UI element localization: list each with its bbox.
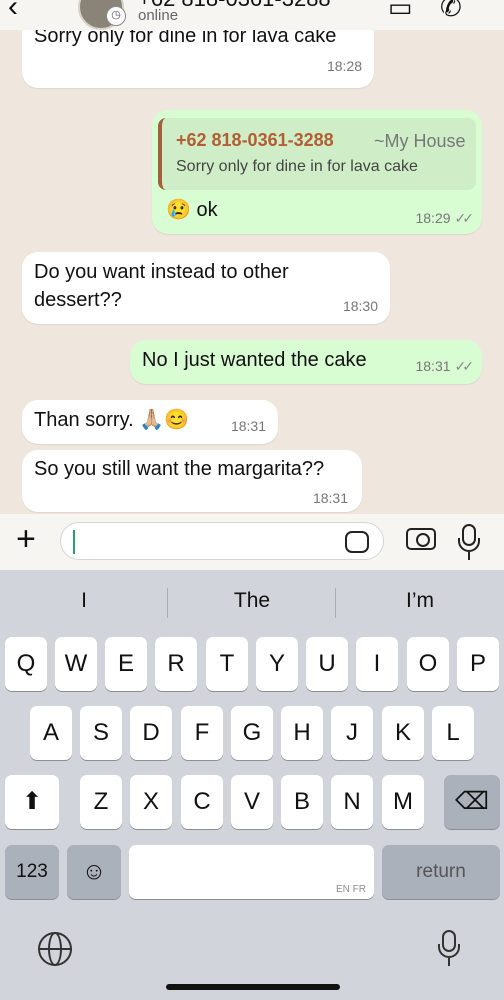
message-incoming[interactable]: Sorry only for dine in for lava cake 18:…	[22, 30, 374, 88]
key-r[interactable]: R	[155, 637, 197, 691]
chevron-left-icon[interactable]: ‹	[8, 0, 18, 24]
key-v[interactable]: V	[231, 775, 273, 829]
chat-area: Sorry only for dine in for lava cake 18:…	[0, 30, 504, 514]
suggestion-3[interactable]: I’m	[336, 570, 504, 632]
key-g[interactable]: G	[231, 706, 273, 760]
sticker-icon[interactable]	[345, 531, 369, 553]
compose-bar: +	[0, 514, 504, 570]
message-outgoing[interactable]: +62 818-0361-3288 ~My House Sorry only f…	[152, 110, 482, 234]
plus-icon[interactable]: +	[16, 522, 36, 556]
key-x[interactable]: X	[130, 775, 172, 829]
message-incoming[interactable]: So you still want the margarita?? 18:31	[22, 450, 362, 512]
double-check-icon: ✓✓	[454, 358, 475, 374]
message-text: Than sorry. 🙏🏼😊	[34, 409, 190, 431]
home-indicator[interactable]	[166, 984, 340, 990]
key-w[interactable]: W	[55, 637, 97, 691]
key-d[interactable]: D	[130, 706, 172, 760]
key-n[interactable]: N	[331, 775, 373, 829]
message-text: Sorry only for dine in for lava cake	[34, 30, 337, 47]
double-check-icon: ✓✓	[454, 210, 475, 226]
message-text: 😢 ok	[166, 199, 218, 221]
quote-subtitle: ~My House	[374, 131, 466, 151]
numbers-key[interactable]: 123	[5, 845, 59, 899]
key-c[interactable]: C	[181, 775, 223, 829]
key-i[interactable]: I	[356, 637, 398, 691]
key-l[interactable]: L	[432, 706, 474, 760]
microphone-icon-stand	[458, 538, 480, 552]
disappearing-timer-icon: ◷	[106, 6, 126, 26]
message-text-line1: Do you want instead to other	[34, 261, 289, 283]
key-u[interactable]: U	[306, 637, 348, 691]
camera-icon[interactable]	[406, 528, 436, 550]
contact-status: online	[138, 7, 179, 24]
key-q[interactable]: Q	[5, 637, 47, 691]
key-m[interactable]: M	[382, 775, 424, 829]
microphone-icon-stand	[438, 944, 460, 958]
key-k[interactable]: K	[382, 706, 424, 760]
message-outgoing[interactable]: No I just wanted the cake 18:31 ✓✓	[130, 340, 482, 384]
text-cursor	[73, 530, 75, 554]
delete-key[interactable]: ⌫	[444, 775, 500, 829]
phone-icon[interactable]: ✆	[440, 0, 462, 23]
message-time: 18:29 ✓✓	[415, 210, 475, 226]
emoji-icon: ☺	[81, 858, 107, 885]
message-incoming[interactable]: Than sorry. 🙏🏼😊 18:31	[22, 400, 278, 444]
message-time: 18:31 ✓✓	[415, 358, 475, 374]
key-t[interactable]: T	[206, 637, 248, 691]
quoted-message[interactable]: +62 818-0361-3288 ~My House Sorry only f…	[158, 118, 476, 190]
keyboard: I The I’m Q W E R T Y U I O P A S D F G …	[0, 570, 504, 1000]
shift-icon: ⬆	[21, 788, 43, 815]
quote-text: Sorry only for dine in for lava cake	[176, 158, 418, 175]
video-camera-icon[interactable]: ▭	[388, 0, 413, 23]
message-incoming[interactable]: Do you want instead to other dessert?? 1…	[22, 252, 390, 324]
key-y[interactable]: Y	[256, 637, 298, 691]
suggestion-1[interactable]: I	[0, 570, 168, 632]
message-time: 18:31	[312, 490, 348, 506]
message-time: 18:28	[326, 58, 362, 74]
emoji-key[interactable]: ☺	[67, 845, 121, 899]
chat-header: ‹ ◷ +62 818-0361-3288 online ▭ ✆	[0, 0, 504, 30]
space-key[interactable]: EN FR	[129, 845, 374, 899]
microphone-icon-base	[468, 552, 470, 560]
key-a[interactable]: A	[30, 706, 72, 760]
key-o[interactable]: O	[407, 637, 449, 691]
message-input[interactable]	[60, 522, 384, 560]
key-f[interactable]: F	[181, 706, 223, 760]
message-text-line2: dessert??	[34, 289, 122, 311]
message-text: So you still want the margarita??	[34, 458, 325, 480]
language-hint: EN FR	[336, 884, 366, 895]
suggestion-2[interactable]: The	[168, 570, 336, 632]
backspace-icon: ⌫	[455, 788, 489, 815]
message-time: 18:31	[230, 418, 266, 434]
shift-key[interactable]: ⬆	[5, 775, 59, 829]
message-time: 18:30	[342, 298, 378, 314]
key-s[interactable]: S	[80, 706, 122, 760]
return-key[interactable]: return	[382, 845, 500, 899]
key-z[interactable]: Z	[80, 775, 122, 829]
key-b[interactable]: B	[281, 775, 323, 829]
key-j[interactable]: J	[331, 706, 373, 760]
key-p[interactable]: P	[457, 637, 499, 691]
globe-icon[interactable]	[38, 932, 72, 966]
message-text: No I just wanted the cake	[142, 349, 367, 371]
quote-author: +62 818-0361-3288	[176, 130, 334, 150]
key-h[interactable]: H	[281, 706, 323, 760]
key-e[interactable]: E	[105, 637, 147, 691]
microphone-icon-base	[448, 958, 450, 966]
